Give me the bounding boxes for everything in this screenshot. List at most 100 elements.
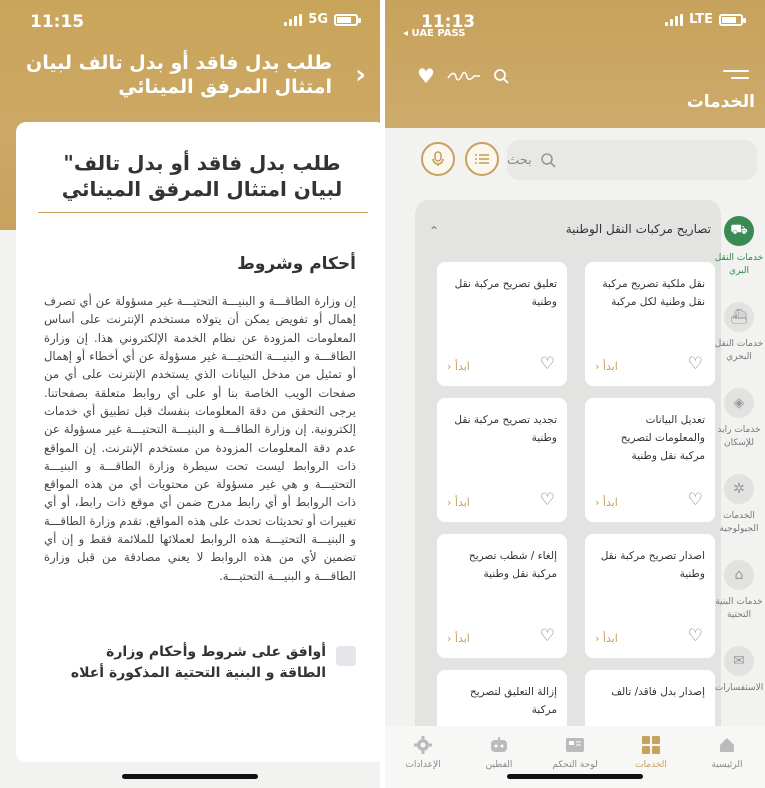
service-tile-label: تجديد تصريح مركبة نقل وطنية bbox=[454, 414, 557, 444]
sidebar-item[interactable]: ⛴ خدمات النقل البحري bbox=[713, 294, 765, 380]
sidebar-item-label: خدمات النقل البري bbox=[714, 253, 764, 276]
signal-icon bbox=[665, 13, 684, 26]
tab-label: لوحة التحكم bbox=[552, 760, 598, 770]
filter-button[interactable] bbox=[465, 142, 499, 176]
tab-item[interactable]: الخدمات bbox=[621, 734, 681, 788]
status-bar: 11:15 5G bbox=[0, 0, 380, 40]
services-panel: ⌃ تصاريح مركبات النقل الوطنية نقل ملكية … bbox=[415, 200, 721, 745]
sidebar-item-label: خدمات البنية التحتية bbox=[715, 597, 763, 620]
agree-checkbox[interactable] bbox=[336, 646, 356, 666]
favorite-heart-icon[interactable]: ♡ bbox=[688, 626, 703, 646]
service-tile-label: إزالة التعليق لتصريح مركبة bbox=[469, 686, 557, 716]
infrastructure-icon: ⌂ bbox=[724, 560, 754, 590]
services-grid-icon bbox=[621, 734, 681, 756]
collapse-chevron-icon[interactable]: ⌃ bbox=[429, 224, 439, 238]
home-indicator bbox=[122, 774, 258, 779]
tab-item[interactable]: الإعدادات bbox=[393, 734, 453, 788]
status-time: 11:15 bbox=[30, 12, 85, 32]
sidebar-item[interactable]: ✉ الاستفسارات bbox=[713, 638, 765, 724]
terms-heading: أحكام وشروط bbox=[237, 254, 356, 274]
start-link[interactable]: ابدأ ‹ bbox=[595, 496, 618, 509]
housing-icon: ◈ bbox=[724, 388, 754, 418]
battery-icon bbox=[719, 13, 746, 26]
search-input[interactable]: بحث bbox=[507, 140, 757, 180]
tab-item[interactable]: الرئيسية bbox=[697, 734, 757, 788]
tab-label: الرئيسية bbox=[711, 760, 743, 770]
agree-row[interactable]: أوافق على شروط وأحكام وزارة الطاقة و الب… bbox=[56, 642, 356, 684]
service-tile[interactable]: نقل ملكية تصريح مركبة نقل وطنية لكل مركب… bbox=[585, 262, 715, 386]
service-tile[interactable]: تعديل البيانات والمعلومات لتصريح مركبة ن… bbox=[585, 398, 715, 522]
service-tile-label: تعليق تصريح مركبة نقل وطنية bbox=[454, 278, 557, 308]
service-tile-label: تعديل البيانات والمعلومات لتصريح مركبة ن… bbox=[620, 414, 705, 462]
home-indicator bbox=[507, 774, 643, 779]
favorite-heart-icon[interactable]: ♡ bbox=[540, 354, 555, 374]
home-icon bbox=[697, 734, 757, 756]
sidebar-item-label: الاستفسارات bbox=[714, 683, 764, 693]
network-label: LTE bbox=[689, 12, 713, 27]
service-tile-label: إصدار بدل فاقد/ تالف bbox=[611, 686, 705, 698]
favorite-heart-icon[interactable]: ♡ bbox=[540, 626, 555, 646]
tab-label: الخدمات bbox=[635, 760, 667, 770]
service-tile[interactable]: اصدار تصريح مركبة نقل وطنية ♡ ابدأ ‹ bbox=[585, 534, 715, 658]
search-placeholder: بحث bbox=[507, 152, 532, 168]
start-link[interactable]: ابدأ ‹ bbox=[595, 632, 618, 645]
ship-icon: ⛴ bbox=[724, 302, 754, 332]
back-chevron-icon[interactable]: › bbox=[355, 60, 366, 90]
tab-label: الإعدادات bbox=[405, 760, 441, 770]
terms-card: طلب بدل فاقد أو بدل تالف" لبيان امتثال ا… bbox=[16, 122, 380, 762]
card-title: طلب بدل فاقد أو بدل تالف" لبيان امتثال ا… bbox=[61, 151, 343, 201]
truck-icon: ⛟ bbox=[724, 216, 754, 246]
sidebar-item[interactable]: ⌂ خدمات البنية التحتية bbox=[713, 552, 765, 638]
category-sidebar: ⛟ خدمات النقل البري ⛴ خدمات النقل البحري ◈ خد… bbox=[713, 208, 765, 724]
sidebar-item[interactable]: ⛟ خدمات النقل البري bbox=[713, 208, 765, 294]
sidebar-item-label: خدمات النقل البحري bbox=[714, 339, 764, 362]
sidebar-item[interactable]: ✲ الخدمات الجيولوجية bbox=[713, 466, 765, 552]
page-title: طلب بدل فاقد أو بدل تالف لبيان امتثال ال… bbox=[26, 52, 332, 98]
agree-label: أوافق على شروط وأحكام وزارة الطاقة و الب… bbox=[70, 644, 326, 681]
start-link[interactable]: ابدأ ‹ bbox=[447, 496, 470, 509]
service-tile-label: اصدار تصريح مركبة نقل وطنية bbox=[600, 550, 705, 580]
geology-icon: ✲ bbox=[724, 474, 754, 504]
service-tile[interactable]: إلغاء / شطب تصريح مركبة نقل وطنية ♡ ابدأ ‹ bbox=[437, 534, 567, 658]
tab-item[interactable]: الفطين bbox=[469, 734, 529, 788]
sidebar-item-label: الخدمات الجيولوجية bbox=[719, 511, 759, 534]
service-tile[interactable]: تعليق تصريح مركبة نقل وطنية ♡ ابدأ ‹ bbox=[437, 262, 567, 386]
back-to-app-link[interactable]: ◂ UAE PASS bbox=[403, 28, 465, 39]
favorite-heart-icon[interactable]: ♡ bbox=[540, 490, 555, 510]
network-label: 5G bbox=[308, 12, 328, 27]
search-icon bbox=[540, 153, 556, 168]
service-tiles: نقل ملكية تصريح مركبة نقل وطنية لكل مركب… bbox=[425, 262, 715, 745]
start-link[interactable]: ابدأ ‹ bbox=[447, 632, 470, 645]
terms-body: إن وزارة الطاقـــة و البنيـــة التحتيـــ… bbox=[44, 294, 356, 583]
service-tile-label: نقل ملكية تصريح مركبة نقل وطنية لكل مركب… bbox=[602, 278, 705, 308]
tab-label: الفطين bbox=[485, 760, 513, 770]
battery-icon bbox=[334, 13, 361, 26]
filter-list-icon bbox=[475, 154, 489, 164]
menu-icon[interactable] bbox=[723, 70, 749, 82]
voice-search-button[interactable] bbox=[421, 142, 455, 176]
inquiries-icon: ✉ bbox=[724, 646, 754, 676]
favorites-heart-icon[interactable]: ♥ bbox=[417, 64, 435, 88]
sidebar-item-label: خدمات رايد للإسكان bbox=[717, 425, 761, 448]
page-title: الخدمات bbox=[686, 92, 755, 112]
signature-icon[interactable] bbox=[447, 70, 481, 82]
dashboard-icon bbox=[545, 734, 605, 756]
service-tile[interactable]: تجديد تصريح مركبة نقل وطنية ♡ ابدأ ‹ bbox=[437, 398, 567, 522]
chatbot-icon bbox=[469, 734, 529, 756]
start-link[interactable]: ابدأ ‹ bbox=[447, 360, 470, 373]
search-icon[interactable] bbox=[493, 68, 509, 84]
start-link[interactable]: ابدأ ‹ bbox=[595, 360, 618, 373]
service-tile-label: إلغاء / شطب تصريح مركبة نقل وطنية bbox=[468, 550, 557, 580]
microphone-icon bbox=[432, 151, 444, 166]
services-screen: 11:13 LTE ◂ UAE PASS ♥ الخدمات بحث ⌃ تصا… bbox=[385, 0, 765, 788]
sidebar-item[interactable]: ◈ خدمات رايد للإسكان bbox=[713, 380, 765, 466]
favorite-heart-icon[interactable]: ♡ bbox=[688, 354, 703, 374]
settings-icon bbox=[393, 734, 453, 756]
terms-screen: 11:15 5G › طلب بدل فاقد أو بدل تالف لبيا… bbox=[0, 0, 380, 788]
divider bbox=[38, 212, 368, 213]
header-actions: ♥ bbox=[417, 64, 509, 88]
favorite-heart-icon[interactable]: ♡ bbox=[688, 490, 703, 510]
signal-icon bbox=[284, 13, 303, 26]
category-title[interactable]: تصاريح مركبات النقل الوطنية bbox=[566, 222, 711, 236]
tab-item[interactable]: لوحة التحكم bbox=[545, 734, 605, 788]
